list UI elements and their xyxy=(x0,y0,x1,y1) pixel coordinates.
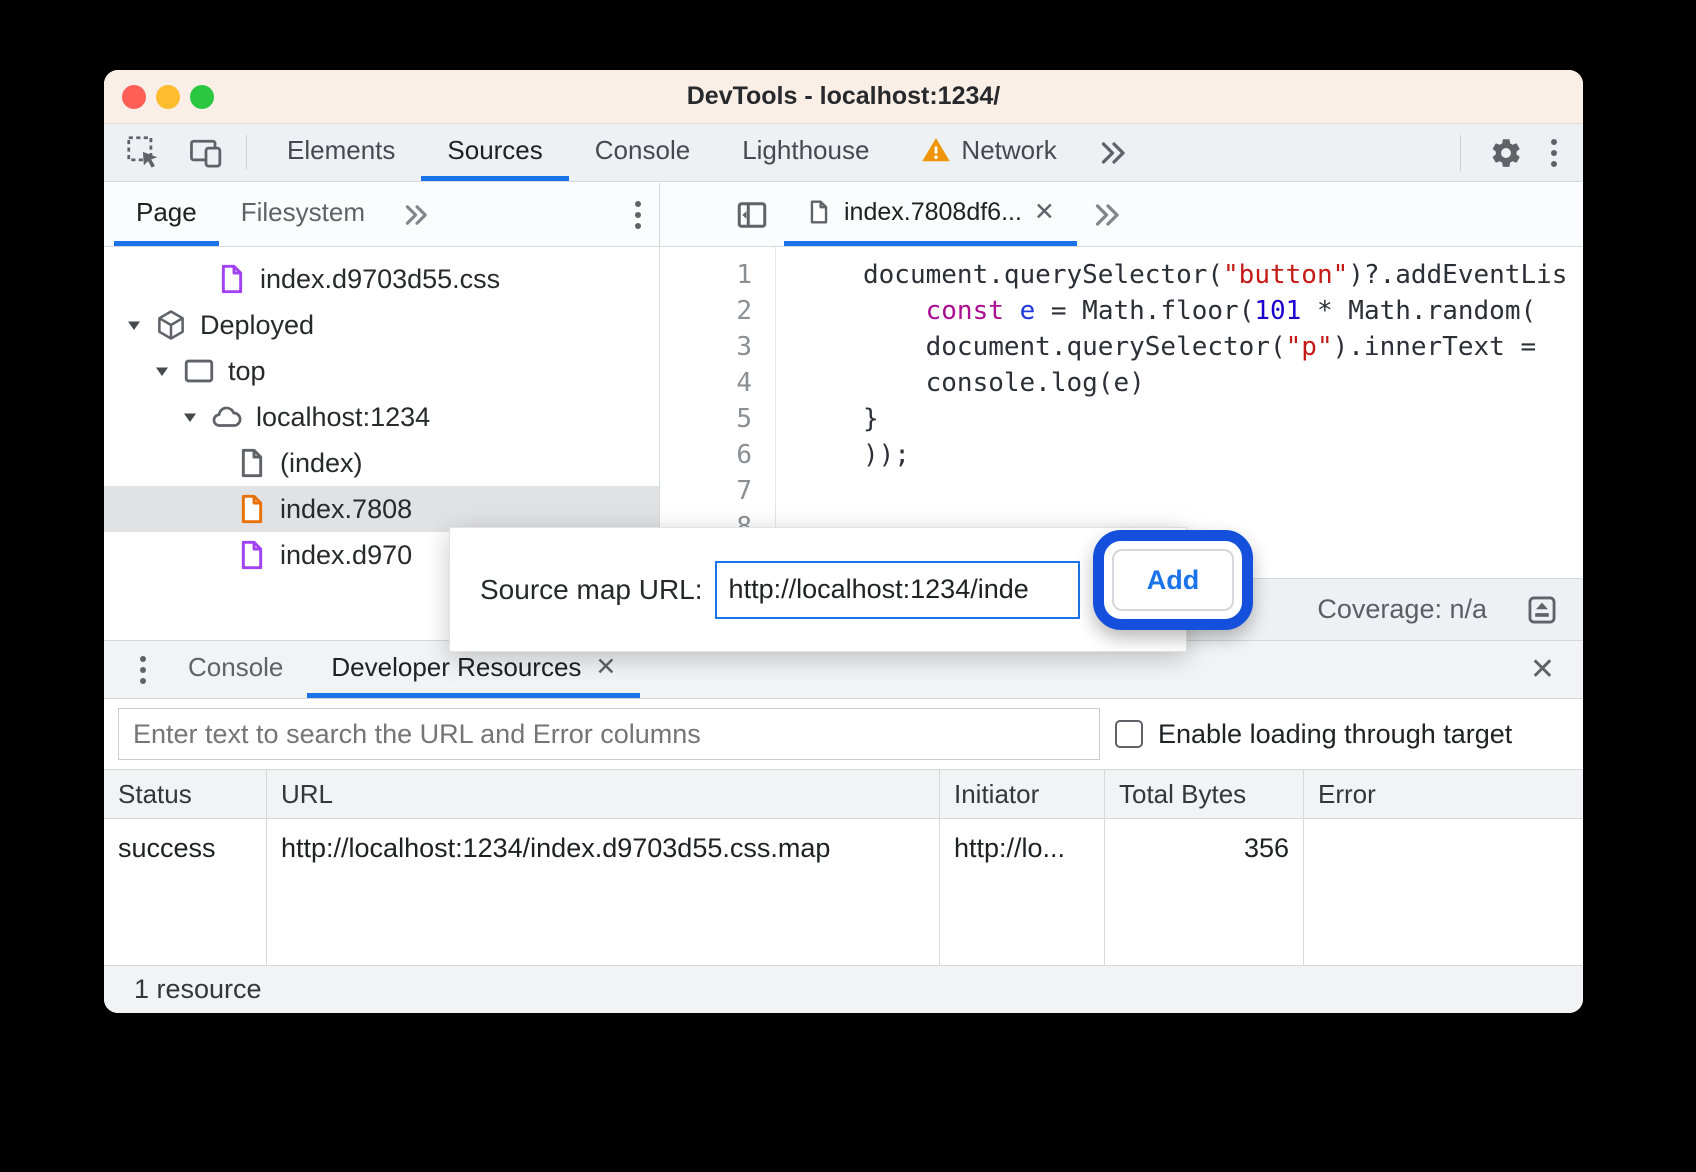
column-header-total-bytes: Total Bytes xyxy=(1105,770,1304,818)
editor-tabbar: index.7808df6... ✕ xyxy=(660,183,1583,247)
editor-tab-index-js[interactable]: index.7808df6... ✕ xyxy=(784,183,1077,246)
code-line: 6)); xyxy=(660,437,1583,473)
window-title: DevTools - localhost:1234/ xyxy=(687,82,1001,111)
chevron-double-right-icon xyxy=(403,204,431,226)
file-icon xyxy=(236,447,268,479)
toolbar-divider xyxy=(1460,135,1461,171)
cell-total-bytes: 356 xyxy=(1105,819,1304,965)
navigator-menu-kebab-icon[interactable] xyxy=(617,183,659,246)
cell-error xyxy=(1304,819,1583,965)
file-icon xyxy=(216,263,248,295)
code-line: 4 console.log(e) xyxy=(660,365,1583,401)
drawer-footer: 1 resource xyxy=(104,965,1583,1013)
table-row[interactable]: success http://localhost:1234/index.d970… xyxy=(104,819,1583,965)
tab-filesystem[interactable]: Filesystem xyxy=(219,183,387,246)
inspect-element-icon[interactable] xyxy=(126,135,162,171)
cloud-icon xyxy=(210,400,244,434)
navigator-tabbar: Page Filesystem xyxy=(104,183,659,247)
chevron-expanded-icon[interactable] xyxy=(126,319,142,332)
tab-lighthouse[interactable]: Lighthouse xyxy=(716,124,895,181)
frame-icon xyxy=(182,354,216,388)
tree-item-script-selected[interactable]: index.7808 xyxy=(104,486,659,532)
close-tab-icon[interactable]: ✕ xyxy=(1034,200,1055,225)
close-drawer-icon[interactable]: ✕ xyxy=(1530,641,1583,698)
table-header: Status URL Initiator Total Bytes Error xyxy=(104,769,1583,819)
toggle-navigator-panel-icon[interactable] xyxy=(734,183,770,246)
chevron-expanded-icon[interactable] xyxy=(154,365,170,378)
code-line: 3 document.querySelector("p").innerText … xyxy=(660,329,1583,365)
code-line: 2 const e = Math.floor(101 * Math.random… xyxy=(660,293,1583,329)
drawer-tab-console[interactable]: Console xyxy=(164,641,307,698)
file-icon xyxy=(236,539,268,571)
column-header-initiator: Initiator xyxy=(940,770,1105,818)
coverage-status: Coverage: n/a xyxy=(1317,594,1487,625)
main-toolbar: Elements Sources Console Lighthouse Netw… xyxy=(104,124,1583,182)
source-map-dialog: Source map URL: xyxy=(449,527,1187,652)
chevron-double-right-icon xyxy=(1099,141,1129,165)
code-line: 7 xyxy=(660,473,1583,509)
more-panels-button[interactable] xyxy=(1083,124,1145,181)
load-source-map-icon[interactable] xyxy=(1525,593,1559,627)
close-window-button[interactable] xyxy=(122,85,146,109)
column-header-status: Status xyxy=(104,770,267,818)
cell-url: http://localhost:1234/index.d9703d55.css… xyxy=(267,819,940,965)
zoom-window-button[interactable] xyxy=(190,85,214,109)
source-map-url-input[interactable] xyxy=(715,561,1080,619)
titlebar: DevTools - localhost:1234/ xyxy=(104,70,1583,124)
main-menu-kebab-icon[interactable] xyxy=(1551,139,1557,167)
column-header-error: Error xyxy=(1304,770,1583,818)
resource-count: 1 resource xyxy=(134,974,262,1005)
cell-status: success xyxy=(104,819,267,965)
settings-gear-icon[interactable] xyxy=(1489,136,1523,170)
code-line: 5} xyxy=(660,401,1583,437)
devtools-window: DevTools - localhost:1234/ Elements Sour… xyxy=(104,70,1583,1013)
more-editor-tabs-button[interactable] xyxy=(1077,183,1139,246)
traffic-lights xyxy=(122,70,214,123)
tab-sources[interactable]: Sources xyxy=(421,124,568,181)
code-line: 1document.querySelector("button")?.addEv… xyxy=(660,257,1583,293)
device-toolbar-icon[interactable] xyxy=(188,135,224,171)
more-navigator-tabs-button[interactable] xyxy=(387,183,447,246)
add-button[interactable]: Add xyxy=(1112,549,1234,611)
close-drawer-tab-icon[interactable]: ✕ xyxy=(595,655,616,680)
tree-item-top-frame[interactable]: top xyxy=(104,348,659,394)
source-map-url-label: Source map URL: xyxy=(480,574,703,606)
file-icon xyxy=(236,493,268,525)
tree-item-origin[interactable]: localhost:1234 xyxy=(104,394,659,440)
drawer-toolbar: Enable loading through target xyxy=(104,699,1583,769)
tree-item-index-document[interactable]: (index) xyxy=(104,440,659,486)
tree-item-css-file[interactable]: index.d9703d55.css xyxy=(104,256,659,302)
tab-network[interactable]: Network xyxy=(895,124,1082,181)
drawer-menu-kebab-icon[interactable] xyxy=(122,641,164,698)
tab-console[interactable]: Console xyxy=(569,124,716,181)
toolbar-divider xyxy=(246,135,247,170)
warning-icon xyxy=(921,135,951,165)
enable-loading-checkbox[interactable] xyxy=(1115,720,1143,748)
tab-elements[interactable]: Elements xyxy=(261,124,421,181)
minimize-window-button[interactable] xyxy=(156,85,180,109)
tree-item-deployed[interactable]: Deployed xyxy=(104,302,659,348)
file-icon xyxy=(806,199,832,225)
add-button-highlight-ring: Add xyxy=(1093,530,1253,630)
cell-initiator: http://lo... xyxy=(940,819,1105,965)
chevron-double-right-icon xyxy=(1093,203,1123,227)
tab-page[interactable]: Page xyxy=(114,183,219,246)
checkbox-label[interactable]: Enable loading through target xyxy=(1158,699,1512,769)
drawer: Console Developer Resources ✕ ✕ Enable l… xyxy=(104,640,1583,1013)
column-header-url: URL xyxy=(267,770,940,818)
search-input[interactable] xyxy=(118,708,1100,760)
chevron-expanded-icon[interactable] xyxy=(182,411,198,424)
deployed-cube-icon xyxy=(154,308,188,342)
